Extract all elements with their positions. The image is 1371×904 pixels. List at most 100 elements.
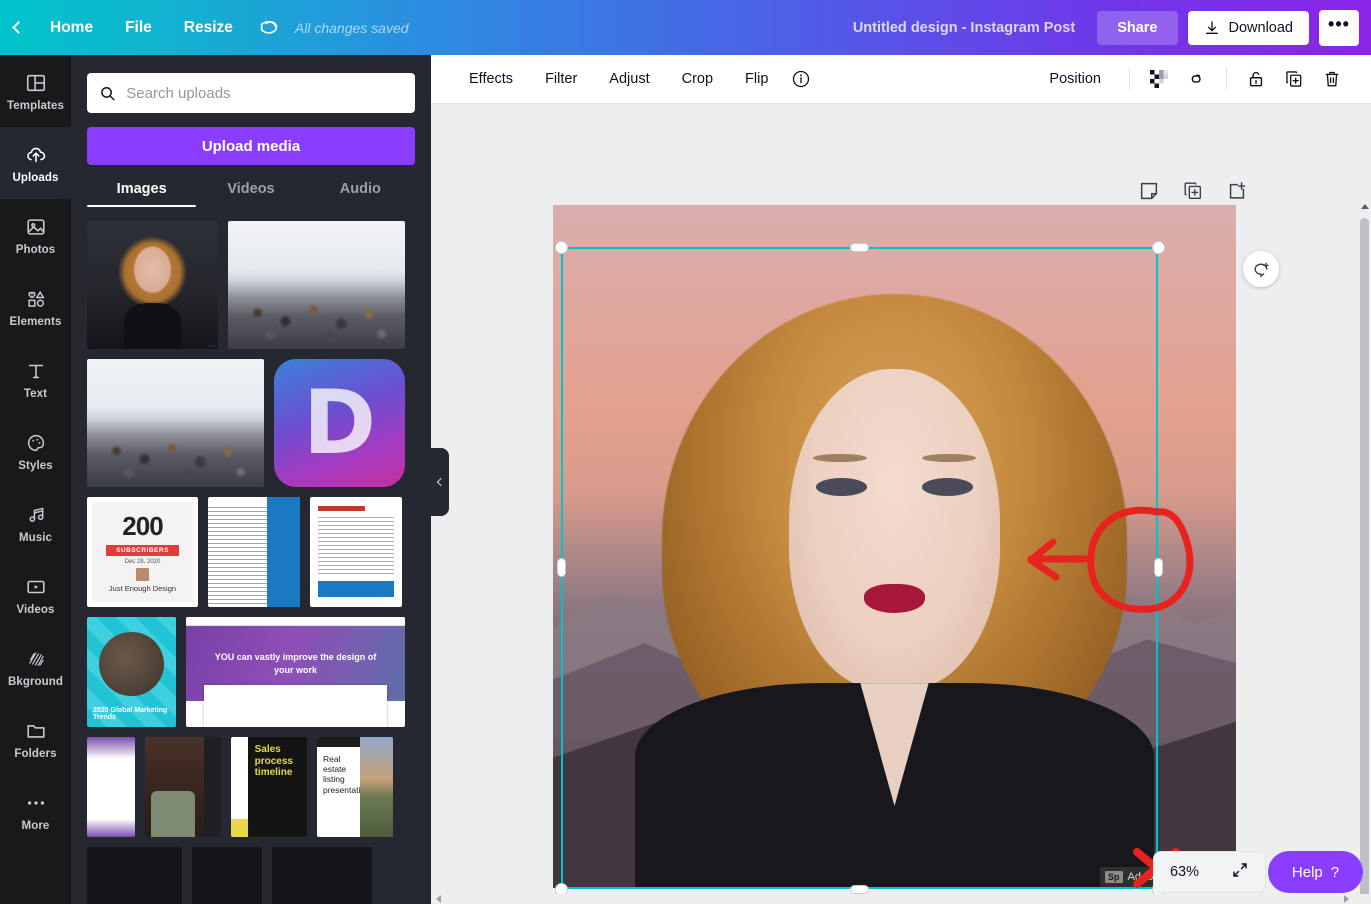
chevron-left-icon	[437, 478, 445, 486]
sidebar-label: Bkground	[8, 676, 63, 688]
lock-button[interactable]	[1239, 62, 1273, 96]
triangle-up-icon	[1361, 204, 1369, 209]
sidebar-item-more[interactable]: More	[0, 775, 71, 847]
notes-icon[interactable]	[1138, 180, 1160, 202]
delete-button[interactable]	[1315, 62, 1349, 96]
upload-thumbnail[interactable]: Sales process timeline	[231, 737, 307, 837]
help-button[interactable]: Help ?	[1268, 851, 1363, 893]
sidebar-item-photos[interactable]: Photos	[0, 199, 71, 271]
sidebar-item-folders[interactable]: Folders	[0, 703, 71, 775]
upload-thumbnail[interactable]: 2020 Global Marketing Trends	[87, 617, 176, 727]
upload-thumbnail[interactable]: D	[274, 359, 405, 487]
add-page-icon[interactable]	[1226, 180, 1248, 202]
thumb-text: Dec 28, 2020	[125, 559, 161, 565]
sidebar-item-music[interactable]: Music	[0, 487, 71, 559]
sidebar-item-background[interactable]: Bkground	[0, 631, 71, 703]
scrollbar-thumb[interactable]	[1360, 218, 1369, 904]
sidebar-label: More	[22, 820, 50, 832]
collapse-panel-button[interactable]	[431, 448, 449, 516]
sidebar-item-text[interactable]: Text	[0, 343, 71, 415]
tab-videos[interactable]: Videos	[196, 181, 305, 207]
tab-audio[interactable]: Audio	[306, 181, 415, 207]
sidebar-item-videos[interactable]: Videos	[0, 559, 71, 631]
download-button[interactable]: Download	[1188, 11, 1310, 45]
upload-thumbnail[interactable]	[87, 737, 135, 837]
handle-middle-right[interactable]	[1154, 558, 1163, 577]
resize-menu[interactable]: Resize	[168, 0, 249, 55]
tab-images[interactable]: Images	[87, 181, 196, 207]
adjust-button[interactable]: Adjust	[593, 71, 665, 87]
expand-icon[interactable]	[1231, 861, 1249, 884]
question-mark-icon: ?	[1331, 864, 1339, 881]
handle-top-left[interactable]	[555, 241, 568, 254]
home-menu[interactable]: Home	[34, 0, 109, 55]
left-rail: Templates Uploads Photos	[0, 55, 71, 904]
sidebar-item-styles[interactable]: Styles	[0, 415, 71, 487]
upload-thumbnail[interactable]	[310, 497, 402, 607]
search-input[interactable]	[126, 85, 403, 102]
upload-thumbnail[interactable]	[208, 497, 300, 607]
share-button[interactable]: Share	[1097, 11, 1177, 45]
upload-thumbnail[interactable]	[87, 221, 218, 349]
canvas-horizontal-scrollbar[interactable]	[431, 894, 1371, 904]
thumb-text: SUBSCRIBERS	[106, 545, 179, 556]
design-canvas-page[interactable]	[553, 205, 1236, 888]
upload-thumbnail[interactable]	[272, 847, 372, 904]
link-button[interactable]	[1180, 62, 1214, 96]
thumb-card	[204, 685, 387, 727]
info-button[interactable]	[784, 62, 818, 96]
toolbar-right-group: Position	[1033, 62, 1349, 96]
upload-thumbnail[interactable]	[228, 221, 405, 349]
triangle-right-icon[interactable]	[1344, 895, 1349, 903]
upload-thumbnail[interactable]	[87, 847, 182, 904]
handle-top-right[interactable]	[1152, 241, 1165, 254]
sidebar-label: Templates	[7, 100, 64, 112]
duplicate-button[interactable]	[1277, 62, 1311, 96]
scroll-up-arrow[interactable]	[1358, 200, 1371, 212]
canvas-vertical-scrollbar[interactable]	[1358, 208, 1371, 904]
handle-middle-left[interactable]	[557, 558, 566, 577]
document-title[interactable]: Untitled design - Instagram Post	[853, 20, 1075, 36]
upload-thumbnail[interactable]	[145, 737, 221, 837]
image-context-toolbar: Effects Filter Adjust Crop Flip Position	[431, 55, 1371, 104]
more-options-button[interactable]: •••	[1319, 10, 1359, 46]
sidebar-label: Photos	[16, 244, 56, 256]
upload-thumbnail[interactable]: Real estate listing presentation	[317, 737, 393, 837]
uploads-row: Sales process timeline Real estate listi…	[87, 737, 415, 837]
shapes-icon	[24, 287, 48, 311]
upload-thumbnail[interactable]: YOU can vastly improve the design of you…	[186, 617, 405, 727]
folder-icon	[25, 719, 47, 743]
upload-thumbnail[interactable]: 200 SUBSCRIBERS Dec 28, 2020 Just Enough…	[87, 497, 198, 607]
sidebar-label: Music	[19, 532, 52, 544]
duplicate-page-icon[interactable]	[1182, 180, 1204, 202]
effects-button[interactable]: Effects	[453, 71, 529, 87]
model-lips	[864, 584, 925, 613]
triangle-left-icon[interactable]	[436, 895, 441, 903]
flip-button[interactable]: Flip	[729, 71, 784, 87]
position-button[interactable]: Position	[1033, 71, 1117, 87]
upload-thumbnail[interactable]	[192, 847, 262, 904]
music-note-icon	[25, 503, 47, 527]
sidebar-item-uploads[interactable]: Uploads	[0, 127, 71, 199]
thumb-text: 2020 Global Marketing Trends	[93, 707, 170, 721]
thumb-callout	[318, 581, 394, 597]
upload-thumbnail[interactable]	[87, 359, 264, 487]
upload-media-button[interactable]: Upload media	[87, 127, 415, 165]
zoom-control[interactable]: 63%	[1153, 851, 1266, 893]
handle-bottom-center[interactable]	[850, 885, 869, 894]
crop-button[interactable]: Crop	[666, 71, 729, 87]
search-uploads-box[interactable]	[87, 73, 415, 113]
transparency-button[interactable]	[1142, 62, 1176, 96]
handle-top-center[interactable]	[850, 243, 869, 252]
photo-element[interactable]	[553, 205, 1236, 888]
filter-button[interactable]: Filter	[529, 71, 593, 87]
sidebar-item-elements[interactable]: Elements	[0, 271, 71, 343]
file-menu[interactable]: File	[109, 0, 168, 55]
canvas-viewport[interactable]: Sp Adobe	[431, 104, 1371, 904]
add-comment-button[interactable]	[1243, 251, 1279, 287]
cloud-upload-icon	[24, 143, 48, 167]
back-button[interactable]	[0, 0, 34, 55]
undo-button[interactable]	[249, 0, 289, 55]
uploads-row: D	[87, 359, 415, 487]
link-icon	[1186, 69, 1208, 89]
